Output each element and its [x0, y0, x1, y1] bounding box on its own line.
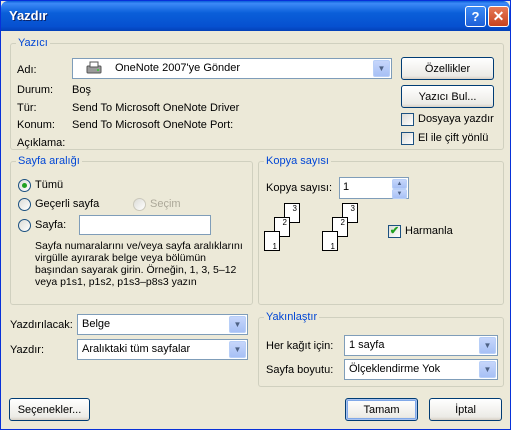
- chevron-down-icon[interactable]: ▼: [373, 60, 390, 77]
- print-to-file-label[interactable]: Dosyaya yazdır: [418, 113, 494, 125]
- manual-duplex-checkbox[interactable]: [401, 132, 414, 145]
- print-range-value: Aralıktaki tüm sayfalar: [82, 343, 191, 355]
- page-icon: 1: [264, 231, 280, 251]
- copies-spinner[interactable]: ▲ ▼: [392, 179, 407, 199]
- copies-group-label: Kopya sayısı: [266, 155, 329, 167]
- close-icon[interactable]: ✕: [488, 6, 509, 27]
- collate-checkbox[interactable]: ✔: [388, 225, 401, 238]
- current-page-label[interactable]: Geçerli sayfa: [35, 198, 99, 210]
- pages-label[interactable]: Sayfa:: [35, 219, 66, 231]
- chevron-down-icon[interactable]: ▼: [229, 316, 246, 333]
- printer-name-select[interactable]: OneNote 2007'ye Gönder ▼: [72, 58, 392, 79]
- scale-select[interactable]: Ölçeklendirme Yok ▼: [344, 359, 498, 380]
- type-value: Send To Microsoft OneNote Driver: [72, 102, 240, 114]
- selection-label: Seçim: [150, 198, 181, 210]
- pages-input[interactable]: [79, 215, 211, 235]
- scale-label: Sayfa boyutu:: [266, 364, 334, 376]
- ok-button[interactable]: Tamam: [345, 398, 418, 421]
- status-value: Boş: [72, 84, 91, 96]
- printer-name-label: Adı:: [17, 64, 37, 76]
- copies-count-label: Kopya sayısı:: [266, 182, 333, 194]
- dialog-title: Yazdır: [9, 8, 48, 23]
- print-range-label: Yazdır:: [10, 344, 45, 356]
- copies-count-value: 1: [343, 181, 350, 193]
- print-range-select[interactable]: Aralıktaki tüm sayfalar ▼: [77, 339, 248, 360]
- page-icon: 1: [322, 231, 338, 251]
- chevron-down-icon[interactable]: ▼: [479, 361, 496, 378]
- location-label: Konum:: [17, 119, 55, 131]
- current-page-radio[interactable]: [18, 198, 31, 211]
- zoom-group-label: Yakınlaştır: [266, 311, 318, 323]
- type-label: Tür:: [17, 102, 37, 114]
- chevron-down-icon[interactable]: ▼: [479, 337, 496, 354]
- title-bar: Yazdır ? ✕: [1, 1, 510, 31]
- pages-radio[interactable]: [18, 219, 31, 232]
- collate-illustration-2: 3 2 1: [322, 203, 382, 263]
- find-printer-button[interactable]: Yazıcı Bul...: [401, 85, 494, 108]
- chevron-down-icon[interactable]: ▼: [229, 341, 246, 358]
- scale-value: Ölçeklendirme Yok: [349, 363, 441, 375]
- page-range-group-label: Sayfa aralığı: [18, 155, 80, 167]
- print-dialog: Yazdır ? ✕ Yazıcı Adı: OneNote 2007'ye G…: [0, 0, 511, 430]
- dialog-body: Yazıcı Adı: OneNote 2007'ye Gönder ▼ Dur…: [4, 31, 507, 428]
- print-what-select[interactable]: Belge ▼: [77, 314, 248, 335]
- cancel-button[interactable]: İptal: [429, 398, 502, 421]
- copies-count-input[interactable]: 1 ▲ ▼: [339, 177, 409, 199]
- pages-per-sheet-label: Her kağıt için:: [266, 340, 334, 352]
- help-icon[interactable]: ?: [465, 6, 486, 27]
- printer-group-label: Yazıcı: [18, 37, 48, 49]
- options-button[interactable]: Seçenekler...: [9, 398, 90, 421]
- status-label: Durum:: [17, 84, 54, 96]
- print-what-label: Yazdırılacak:: [10, 319, 73, 331]
- selection-radio: [133, 198, 146, 211]
- page-range-help-text: Sayfa numaralarını ve/veya sayfa aralıkl…: [35, 240, 243, 288]
- printer-icon: [85, 61, 103, 75]
- all-pages-radio[interactable]: [18, 179, 31, 192]
- printer-name-value: OneNote 2007'ye Gönder: [115, 62, 241, 74]
- collate-illustration-1: 3 2 1: [264, 203, 324, 263]
- location-value: Send To Microsoft OneNote Port:: [72, 119, 234, 131]
- collate-label[interactable]: Harmanla: [405, 225, 453, 237]
- print-to-file-checkbox[interactable]: [401, 113, 414, 126]
- pages-per-sheet-value: 1 sayfa: [349, 339, 385, 351]
- pages-per-sheet-select[interactable]: 1 sayfa ▼: [344, 335, 498, 356]
- spin-up-icon[interactable]: ▲: [392, 179, 407, 189]
- comment-label: Açıklama:: [17, 137, 66, 149]
- print-what-value: Belge: [82, 318, 111, 330]
- properties-button[interactable]: Özellikler: [401, 57, 494, 80]
- spin-down-icon[interactable]: ▼: [392, 189, 407, 199]
- all-pages-label[interactable]: Tümü: [35, 179, 63, 191]
- manual-duplex-label[interactable]: El ile çift yönlü: [418, 132, 488, 144]
